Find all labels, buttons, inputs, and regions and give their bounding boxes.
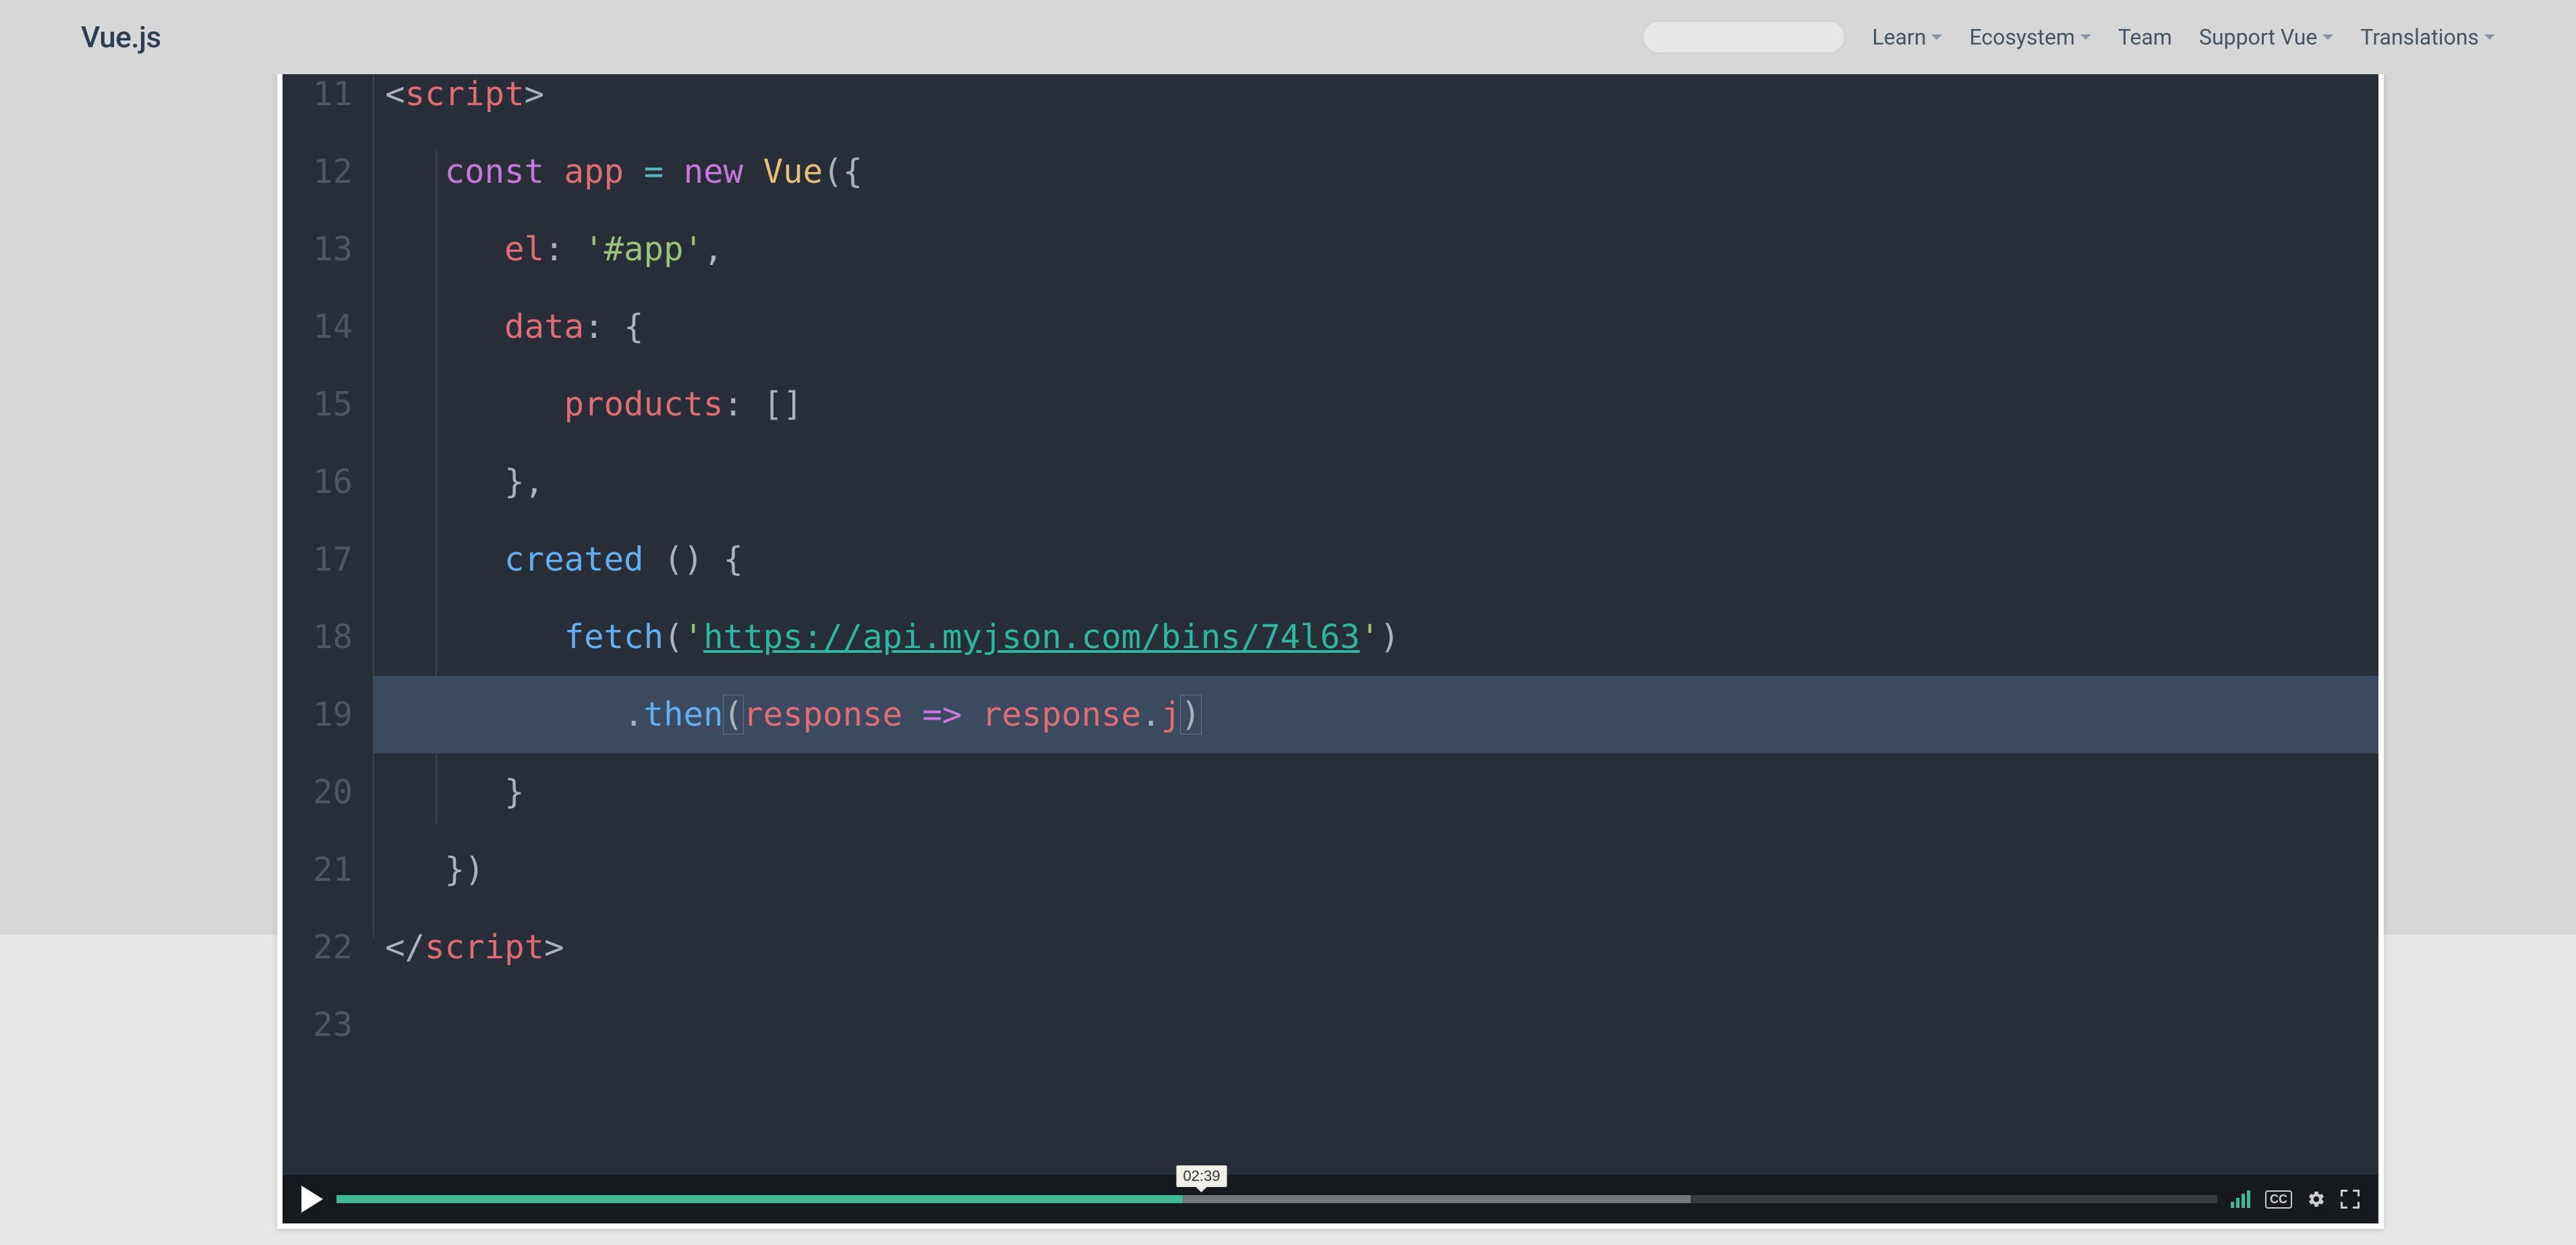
nav-support-label: Support Vue bbox=[2199, 24, 2317, 50]
nav-bar: Learn Ecosystem Team Support Vue Transla… bbox=[1643, 21, 2495, 53]
line-number: 16 bbox=[283, 443, 353, 521]
line-number: 20 bbox=[283, 753, 353, 831]
line-number: 14 bbox=[283, 288, 353, 366]
chevron-down-icon bbox=[2484, 34, 2495, 40]
code-content: <script> const app = new Vue({ el: '#app… bbox=[373, 55, 2378, 1175]
line-gutter: 11121314151617181920212223 bbox=[283, 55, 373, 1175]
search-input[interactable] bbox=[1643, 21, 1845, 53]
code-line: created () { bbox=[373, 521, 2378, 598]
line-number: 19 bbox=[283, 676, 353, 753]
line-number: 12 bbox=[283, 133, 353, 210]
line-number: 23 bbox=[283, 986, 353, 1064]
nav-team-label: Team bbox=[2118, 24, 2172, 50]
line-number: 13 bbox=[283, 210, 353, 288]
code-line: products: [] bbox=[373, 366, 2378, 443]
nav-learn-label: Learn bbox=[1872, 24, 1926, 50]
nav-ecosystem-label: Ecosystem bbox=[1969, 24, 2075, 50]
code-line bbox=[373, 986, 2378, 1064]
right-controls: CC bbox=[2231, 1190, 2360, 1209]
fullscreen-icon[interactable] bbox=[2341, 1190, 2360, 1209]
progress-played bbox=[336, 1195, 1183, 1203]
code-line: .then(response => response.j) bbox=[373, 676, 2378, 753]
code-line: data: { bbox=[373, 288, 2378, 366]
code-editor: 11121314151617181920212223 <script> cons… bbox=[283, 45, 2378, 1175]
line-number: 17 bbox=[283, 521, 353, 598]
line-number: 22 bbox=[283, 908, 353, 986]
chevron-down-icon bbox=[2322, 34, 2333, 40]
video-content: 11121314151617181920212223 <script> cons… bbox=[283, 45, 2378, 1223]
code-line: </script> bbox=[373, 908, 2378, 986]
play-button[interactable] bbox=[301, 1186, 323, 1213]
site-header: Vue.js Learn Ecosystem Team Support Vue … bbox=[0, 0, 2576, 74]
settings-icon[interactable] bbox=[2307, 1190, 2326, 1209]
volume-icon[interactable] bbox=[2231, 1190, 2250, 1208]
chevron-down-icon bbox=[1931, 34, 1942, 40]
code-line: }, bbox=[373, 443, 2378, 521]
nav-team[interactable]: Team bbox=[2118, 24, 2172, 50]
line-number: 18 bbox=[283, 598, 353, 676]
time-tooltip: 02:39 bbox=[1176, 1165, 1227, 1187]
nav-translations[interactable]: Translations bbox=[2360, 24, 2495, 50]
line-number: 21 bbox=[283, 831, 353, 908]
video-frame: 11121314151617181920212223 <script> cons… bbox=[277, 39, 2384, 1229]
code-line: el: '#app', bbox=[373, 210, 2378, 288]
chevron-down-icon bbox=[2080, 34, 2091, 40]
code-line: } bbox=[373, 753, 2378, 831]
nav-learn[interactable]: Learn bbox=[1872, 24, 1942, 50]
line-number: 15 bbox=[283, 366, 353, 443]
nav-support[interactable]: Support Vue bbox=[2199, 24, 2333, 50]
nav-translations-label: Translations bbox=[2360, 24, 2479, 50]
code-line: fetch('https://api.myjson.com/bins/74l63… bbox=[373, 598, 2378, 676]
nav-ecosystem[interactable]: Ecosystem bbox=[1969, 24, 2091, 50]
code-line: const app = new Vue({ bbox=[373, 133, 2378, 210]
captions-button[interactable]: CC bbox=[2265, 1190, 2292, 1209]
site-logo[interactable]: Vue.js bbox=[81, 20, 161, 55]
progress-bar[interactable]: 02:39 bbox=[336, 1195, 2217, 1203]
code-line: }) bbox=[373, 831, 2378, 908]
video-controls: 02:39 CC bbox=[283, 1175, 2378, 1223]
